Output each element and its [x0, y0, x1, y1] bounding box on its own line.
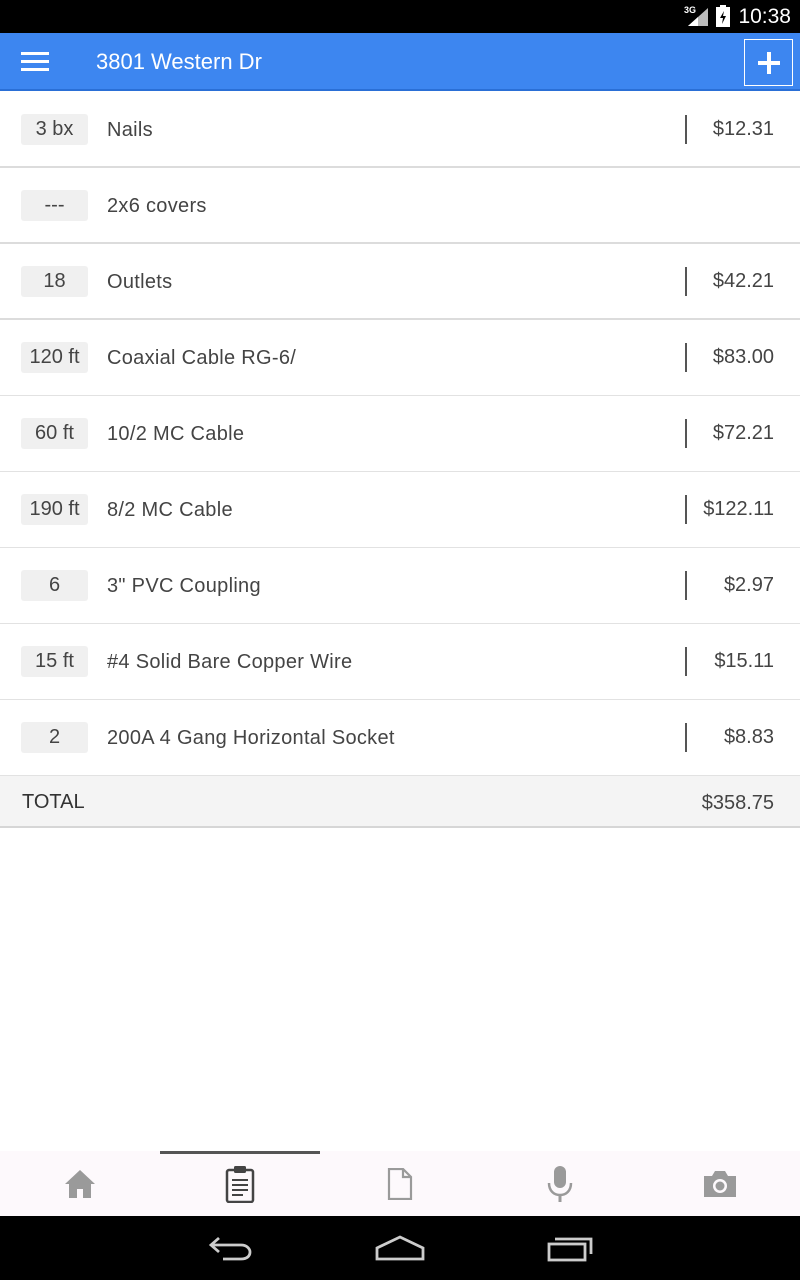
battery-icon [716, 5, 730, 27]
item-price[interactable]: $8.83 [724, 723, 774, 751]
tab-list[interactable] [160, 1151, 320, 1216]
menu-button[interactable] [12, 43, 58, 81]
status-icons: 3G [684, 5, 730, 27]
price-divider [685, 495, 687, 524]
item-name: 10/2 MC Cable [107, 423, 245, 445]
bottom-tab-bar [0, 1151, 800, 1216]
quantity-badge[interactable]: 2 [21, 722, 88, 753]
recent-apps-icon [547, 1237, 593, 1262]
item-name: 8/2 MC Cable [107, 499, 233, 521]
plus-icon [757, 51, 780, 74]
quantity-badge[interactable]: 120 ft [21, 342, 88, 373]
home-icon [65, 1169, 95, 1198]
tab-camera[interactable] [640, 1151, 800, 1216]
page-title: 3801 Western Dr [96, 49, 262, 74]
item-price[interactable]: $15.11 [714, 647, 774, 675]
price-divider [685, 723, 687, 752]
back-icon [208, 1236, 252, 1261]
home-nav-icon [375, 1235, 425, 1261]
quantity-badge[interactable]: 18 [21, 266, 88, 297]
microphone-icon [547, 1165, 573, 1202]
tab-voice[interactable] [480, 1151, 640, 1216]
quantity-badge[interactable]: 3 bx [21, 114, 88, 145]
quantity-badge[interactable]: 60 ft [21, 418, 88, 449]
status-time: 10:38 [738, 5, 791, 28]
price-divider [685, 571, 687, 600]
material-list: 3 bx Nails $12.31 --- 2x6 covers 18 Outl… [0, 92, 800, 776]
item-price[interactable]: $72.21 [713, 419, 774, 447]
list-item[interactable]: 18 Outlets $42.21 [0, 244, 800, 320]
app-bar: 3801 Western Dr [0, 33, 800, 91]
list-item[interactable]: --- 2x6 covers [0, 168, 800, 244]
camera-icon [704, 1170, 736, 1197]
item-name: #4 Solid Bare Copper Wire [107, 651, 353, 673]
item-name: Outlets [107, 271, 173, 293]
quantity-badge[interactable]: 190 ft [21, 494, 88, 525]
tab-home[interactable] [0, 1151, 160, 1216]
item-price[interactable]: $83.00 [713, 343, 774, 371]
list-item[interactable]: 3 bx Nails $12.31 [0, 92, 800, 168]
list-item[interactable]: 2 200A 4 Gang Horizontal Socket $8.83 [0, 700, 800, 776]
item-price[interactable]: $12.31 [713, 115, 774, 143]
price-divider [685, 115, 687, 144]
item-name: Nails [107, 119, 153, 141]
clipboard-icon [225, 1165, 255, 1203]
total-label: TOTAL [22, 791, 85, 813]
price-divider [685, 419, 687, 448]
price-divider [685, 267, 687, 296]
total-value: $358.75 [701, 792, 774, 814]
item-price[interactable]: $122.11 [703, 495, 774, 523]
status-bar: 3G 10:38 [0, 0, 800, 33]
item-price[interactable]: $42.21 [713, 267, 774, 295]
system-nav-bar [0, 1216, 800, 1280]
list-item[interactable]: 60 ft 10/2 MC Cable $72.21 [0, 396, 800, 472]
item-name: 200A 4 Gang Horizontal Socket [107, 727, 395, 749]
total-row: TOTAL $358.75 [0, 776, 800, 828]
list-item[interactable]: 6 3" PVC Coupling $2.97 [0, 548, 800, 624]
quantity-badge[interactable]: --- [21, 190, 88, 221]
quantity-badge[interactable]: 15 ft [21, 646, 88, 677]
home-nav-button[interactable] [370, 1230, 430, 1266]
tab-document[interactable] [320, 1151, 480, 1216]
item-name: 3" PVC Coupling [107, 575, 261, 597]
list-item[interactable]: 15 ft #4 Solid Bare Copper Wire $15.11 [0, 624, 800, 700]
item-name: 2x6 covers [107, 195, 207, 217]
recent-apps-button[interactable] [540, 1230, 600, 1266]
document-icon [387, 1167, 413, 1200]
item-name: Coaxial Cable RG-6/ [107, 347, 297, 369]
list-item[interactable]: 120 ft Coaxial Cable RG-6/ $83.00 [0, 320, 800, 396]
item-price[interactable]: $2.97 [724, 571, 774, 599]
price-divider [685, 343, 687, 372]
list-item[interactable]: 190 ft 8/2 MC Cable $122.11 [0, 472, 800, 548]
add-item-button[interactable] [744, 39, 793, 86]
price-divider [685, 647, 687, 676]
quantity-badge[interactable]: 6 [21, 570, 88, 601]
hamburger-menu-icon [21, 52, 49, 71]
network-type-label: 3G [684, 5, 696, 15]
signal-icon: 3G [684, 5, 708, 26]
back-button[interactable] [200, 1230, 260, 1266]
